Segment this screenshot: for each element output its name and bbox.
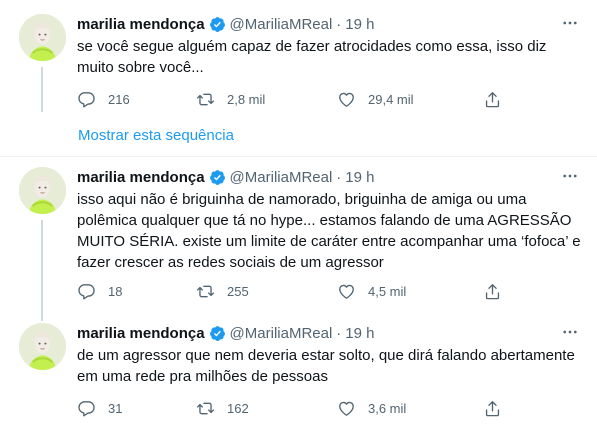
separator-dot: · [336, 324, 342, 342]
reply-count: 31 [108, 400, 123, 416]
divider [0, 156, 597, 157]
like-button[interactable]: 4,5 mil [337, 281, 406, 301]
tweet[interactable]: marilia mendonça @MariliaMReal · 19 h se… [0, 14, 597, 114]
like-button[interactable]: 29,4 mil [337, 89, 414, 109]
retweet-icon [196, 90, 215, 109]
separator-dot: · [336, 168, 342, 186]
separator-dot: · [336, 15, 342, 33]
avatar[interactable] [19, 167, 66, 214]
tweet[interactable]: marilia mendonça @MariliaMReal · 19 h de… [0, 323, 597, 423]
author-handle[interactable]: @MariliaMReal [230, 169, 333, 186]
author-name[interactable]: marilia mendonça [77, 169, 205, 186]
tweet-text: de um agressor que nem deveria estar sol… [77, 347, 575, 385]
retweet-icon [196, 282, 215, 301]
more-options-icon[interactable] [559, 167, 581, 185]
tweet-header: marilia mendonça @MariliaMReal · 19 h [77, 14, 375, 34]
reply-icon [77, 399, 96, 418]
tweet-actions: 216 2,8 mil 29,4 mil [77, 89, 517, 109]
retweet-count: 2,8 mil [227, 91, 266, 107]
like-icon [337, 399, 356, 418]
tweet-text: isso aqui não é briguinha de namorado, b… [77, 191, 581, 271]
thread-line [41, 67, 43, 112]
reply-count: 216 [108, 91, 130, 107]
timestamp[interactable]: 19 h [345, 16, 374, 33]
more-options-icon[interactable] [559, 323, 581, 341]
tweet-actions: 18 255 4,5 mil [77, 281, 517, 301]
reply-count: 18 [108, 283, 123, 299]
like-count: 4,5 mil [368, 283, 407, 299]
avatar[interactable] [19, 323, 66, 370]
show-thread-link[interactable]: Mostrar esta sequência [78, 127, 234, 144]
like-button[interactable]: 3,6 mil [337, 398, 406, 418]
share-button[interactable] [483, 398, 502, 418]
author-handle[interactable]: @MariliaMReal [230, 16, 333, 33]
like-icon [337, 90, 356, 109]
share-icon [483, 282, 502, 301]
tweet[interactable]: marilia mendonça @MariliaMReal · 19 h is… [0, 167, 597, 321]
retweet-count: 255 [227, 283, 249, 299]
share-button[interactable] [483, 281, 502, 301]
retweet-button[interactable]: 162 [196, 398, 249, 418]
more-options-icon[interactable] [559, 14, 581, 32]
retweet-button[interactable]: 2,8 mil [196, 89, 265, 109]
thread-line [41, 220, 43, 321]
verified-badge-icon [209, 325, 226, 342]
reply-button[interactable]: 31 [77, 398, 122, 418]
share-icon [483, 399, 502, 418]
verified-badge-icon [209, 16, 226, 33]
author-name[interactable]: marilia mendonça [77, 16, 205, 33]
share-icon [483, 90, 502, 109]
reply-icon [77, 90, 96, 109]
share-button[interactable] [483, 89, 502, 109]
author-handle[interactable]: @MariliaMReal [230, 325, 333, 342]
retweet-count: 162 [227, 400, 249, 416]
verified-badge-icon [209, 169, 226, 186]
tweet-header: marilia mendonça @MariliaMReal · 19 h [77, 167, 375, 187]
timestamp[interactable]: 19 h [345, 325, 374, 342]
avatar[interactable] [19, 14, 66, 61]
retweet-icon [196, 399, 215, 418]
tweet-header: marilia mendonça @MariliaMReal · 19 h [77, 323, 375, 343]
retweet-button[interactable]: 255 [196, 281, 249, 301]
tweet-text: se você segue alguém capaz de fazer atro… [77, 38, 547, 76]
reply-icon [77, 282, 96, 301]
reply-button[interactable]: 18 [77, 281, 122, 301]
reply-button[interactable]: 216 [77, 89, 130, 109]
like-icon [337, 282, 356, 301]
tweet-actions: 31 162 3,6 mil [77, 398, 517, 418]
like-count: 3,6 mil [368, 400, 407, 416]
timestamp[interactable]: 19 h [345, 169, 374, 186]
like-count: 29,4 mil [368, 91, 414, 107]
author-name[interactable]: marilia mendonça [77, 325, 205, 342]
